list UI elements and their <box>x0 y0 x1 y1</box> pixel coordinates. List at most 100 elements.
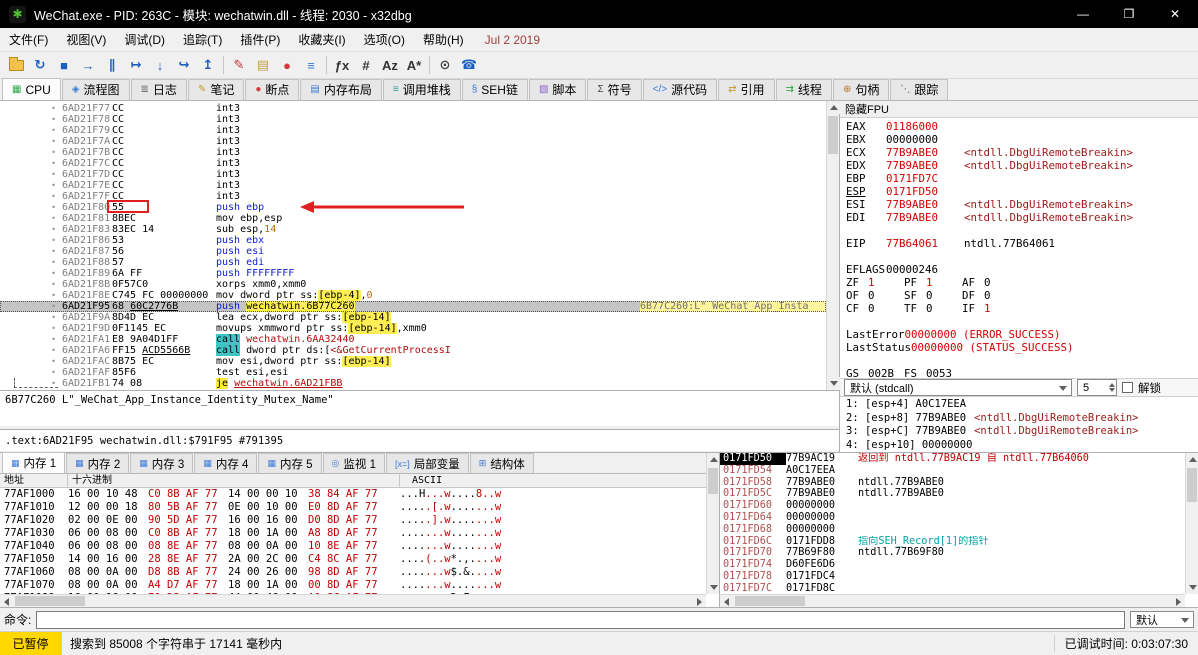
stack-row[interactable]: 0171FD5C 77B9ABE0 ntdll.77B9ABE0 <box>720 488 1185 500</box>
toolbar-pause-button[interactable]: ∥ <box>100 54 124 77</box>
breakpoint-gutter[interactable]: • <box>0 290 62 301</box>
dump-row[interactable]: 77AF1010 12 00 00 18 80 5B AF 77 0E 00 10 0… <box>0 501 706 514</box>
toolbar-run-to-user-code-button[interactable]: ↦ <box>124 54 148 77</box>
disasm-row[interactable]: • 6AD21FAF 85F6 test esi,esi <box>0 367 826 378</box>
scroll-down-button[interactable] <box>1186 581 1198 594</box>
disasm-row[interactable]: • 6AD21FB1 74 08 je wechatwin.6AD21FBB <box>0 378 826 389</box>
stack-row[interactable]: 0171FD7C 0171FD8C <box>720 583 1185 594</box>
toolbar-search-tool-button[interactable]: ⊙ <box>433 54 457 77</box>
dump-row[interactable]: 77AF1040 06 00 08 00 08 8E AF 77 08 00 0A 0… <box>0 540 706 553</box>
breakpoint-gutter[interactable]: • <box>0 103 62 114</box>
stack-row[interactable]: 0171FD64 00000000 <box>720 512 1185 524</box>
register-line[interactable]: OF 0 SF 0 DF 0 <box>840 289 1198 302</box>
register-line[interactable]: LastError00000000 (ERROR_SUCCESS) <box>840 328 1198 341</box>
breakpoint-gutter[interactable]: • <box>0 323 62 334</box>
breakpoint-gutter[interactable]: • <box>0 158 62 169</box>
register-line[interactable]: GS 002B FS 0053 <box>840 367 1198 378</box>
disasm-row[interactable]: • 6AD21F88 57 push edi <box>0 257 826 268</box>
register-line[interactable]: EDI 77B9ABE0 <ntdll.DbgUiRemoteBreakin> <box>840 211 1198 224</box>
disasm-row[interactable]: • 6AD21F7E CC int3 <box>0 180 826 191</box>
disasm-row[interactable]: • 6AD21F89 6A FF push FFFFFFFF <box>0 268 826 279</box>
breakpoint-gutter[interactable]: • <box>0 257 62 268</box>
dump-row[interactable]: 77AF1030 06 00 08 00 C0 8B AF 77 18 00 1A 0… <box>0 527 706 540</box>
stack-hscrollbar[interactable] <box>720 594 1185 607</box>
tab-script[interactable]: ▧ 脚本 <box>528 79 587 100</box>
menu-item[interactable]: 追踪(T) <box>174 28 231 51</box>
menu-item[interactable]: 帮助(H) <box>414 28 473 51</box>
disasm-row[interactable]: • 6AD21F95 68 60C2776B push wechatwin.6B77C… <box>0 301 826 312</box>
tab-log[interactable]: ≣ 日志 <box>130 79 187 100</box>
toolbar-run-button[interactable]: → <box>76 54 100 77</box>
disasm-row[interactable]: • 6AD21F7B CC int3 <box>0 147 826 158</box>
stack-row[interactable]: 0171FD6C 0171FDD8 指向SEH_Record[1]的指针 <box>720 536 1185 548</box>
breakpoint-gutter[interactable]: • <box>0 191 62 202</box>
argument-line[interactable]: 2: [esp+8] 77B9ABE0 <ntdll.DbgUiRemoteBre… <box>840 412 1198 426</box>
tab-memory-map[interactable]: ▤ 内存布局 <box>300 79 382 100</box>
argument-line[interactable]: 1: [esp+4] A0C17EEA <box>840 398 1198 412</box>
breakpoint-gutter[interactable]: • <box>0 345 62 356</box>
menu-item[interactable]: 视图(V) <box>57 28 115 51</box>
breakpoint-gutter[interactable]: • <box>0 114 62 125</box>
toolbar-memory-map-tool-button[interactable]: ≡ <box>299 54 323 77</box>
toolbar-breakpoints-tool-button[interactable]: ● <box>275 54 299 77</box>
command-input[interactable] <box>36 610 1125 629</box>
tab-notes[interactable]: ✎ 笔记 <box>187 79 245 100</box>
tab-dump-1[interactable]: ▦ 内存 1 <box>2 452 66 473</box>
disasm-row[interactable]: • 6AD21F8B 0F57C0 xorps xmm0,xmm0 <box>0 279 826 290</box>
scroll-up-button[interactable] <box>827 101 840 114</box>
register-line[interactable]: EDX 77B9ABE0 <ntdll.DbgUiRemoteBreakin> <box>840 159 1198 172</box>
breakpoint-gutter[interactable]: • <box>0 125 62 136</box>
tab-watch-1[interactable]: ◎ 监视 1 <box>322 453 385 473</box>
dump-row[interactable]: 77AF1020 02 00 0E 00 90 5D AF 77 16 00 16 0… <box>0 514 706 527</box>
menu-item[interactable]: 文件(F) <box>0 28 57 51</box>
tab-threads[interactable]: ⇉ 线程 <box>775 79 832 100</box>
dump-hscrollbar[interactable] <box>0 594 706 607</box>
disasm-row[interactable]: • 6AD21F79 CC int3 <box>0 125 826 136</box>
disasm-row[interactable]: • 6AD21F83 83EC 14 sub esp,14 <box>0 224 826 235</box>
tab-dump-2[interactable]: ▦ 内存 2 <box>66 453 130 473</box>
breakpoint-gutter[interactable]: • <box>0 224 62 235</box>
tab-struct[interactable]: ⊞ 结构体 <box>469 453 534 473</box>
stack-row[interactable]: 0171FD74 D60FE6D6 <box>720 559 1185 571</box>
disasm-row[interactable]: • 6AD21FAC 8B75 EC mov esi,dword ptr ss:[eb… <box>0 356 826 367</box>
scroll-left-button[interactable] <box>720 595 733 608</box>
breakpoint-gutter[interactable]: • <box>0 246 62 257</box>
tab-trace[interactable]: ⋱ 跟踪 <box>890 79 949 100</box>
breakpoint-gutter[interactable]: • <box>0 279 62 290</box>
register-line[interactable] <box>840 224 1198 237</box>
register-line[interactable] <box>840 250 1198 263</box>
disasm-row[interactable]: • 6AD21FA1 E8 9A04D1FF call wechatwin.6AA32… <box>0 334 826 345</box>
tab-breakpoints[interactable]: ● 断点 <box>245 79 300 100</box>
hide-fpu-button[interactable]: 隐藏FPU <box>840 101 1198 118</box>
menu-item[interactable]: 插件(P) <box>231 28 289 51</box>
register-line[interactable]: LastStatus00000000 (STATUS_SUCCESS) <box>840 341 1198 354</box>
breakpoint-gutter[interactable]: • <box>0 268 62 279</box>
disasm-row[interactable]: • 6AD21F8E C745 FC 00000000 mov dword ptr s… <box>0 290 826 301</box>
arg-count-spinner[interactable]: 5 <box>1077 379 1117 396</box>
breakpoint-gutter[interactable]: • <box>0 235 62 246</box>
tab-graph[interactable]: ◈ 流程图 <box>61 79 130 100</box>
command-default-select[interactable]: 默认 <box>1130 611 1194 628</box>
scrollbar-thumb[interactable] <box>1187 468 1197 502</box>
register-line[interactable]: ESP 0171FD50 <box>840 185 1198 198</box>
disasm-row[interactable]: • 6AD21F78 CC int3 <box>0 114 826 125</box>
stack-row[interactable]: 0171FD78 0171FDC4 <box>720 571 1185 583</box>
disasm-row[interactable]: • 6AD21F7A CC int3 <box>0 136 826 147</box>
toolbar-step-over-button[interactable]: ↪ <box>172 54 196 77</box>
breakpoint-gutter[interactable]: • <box>0 367 62 378</box>
breakpoint-gutter[interactable]: • <box>0 334 62 345</box>
hscrollbar-thumb[interactable] <box>15 596 85 606</box>
disasm-row[interactable]: • 6AD21FA6 FF15 ACD5566B call dword ptr ds:… <box>0 345 826 356</box>
toolbar-step-into-button[interactable]: ↓ <box>148 54 172 77</box>
dump-row[interactable]: 77AF1070 08 00 0A 00 A4 D7 AF 77 18 00 1A 0… <box>0 579 706 592</box>
register-line[interactable]: ZF 1 PF 1 AF 0 <box>840 276 1198 289</box>
menu-item[interactable]: 调试(D) <box>115 28 174 51</box>
disasm-row[interactable]: • 6AD21F7D CC int3 <box>0 169 826 180</box>
scrollbar-thumb[interactable] <box>828 116 838 154</box>
register-line[interactable]: EBP 0171FD7C <box>840 172 1198 185</box>
scroll-left-button[interactable] <box>0 595 13 608</box>
dump-row[interactable]: 77AF1060 08 00 0A 00 D8 8B AF 77 24 00 26 0… <box>0 566 706 579</box>
stack-row[interactable]: 0171FD58 77B9ABE0 ntdll.77B9ABE0 <box>720 477 1185 489</box>
register-line[interactable]: CF 0 TF 0 IF 1 <box>840 302 1198 315</box>
close-button[interactable]: ✕ <box>1152 0 1198 28</box>
